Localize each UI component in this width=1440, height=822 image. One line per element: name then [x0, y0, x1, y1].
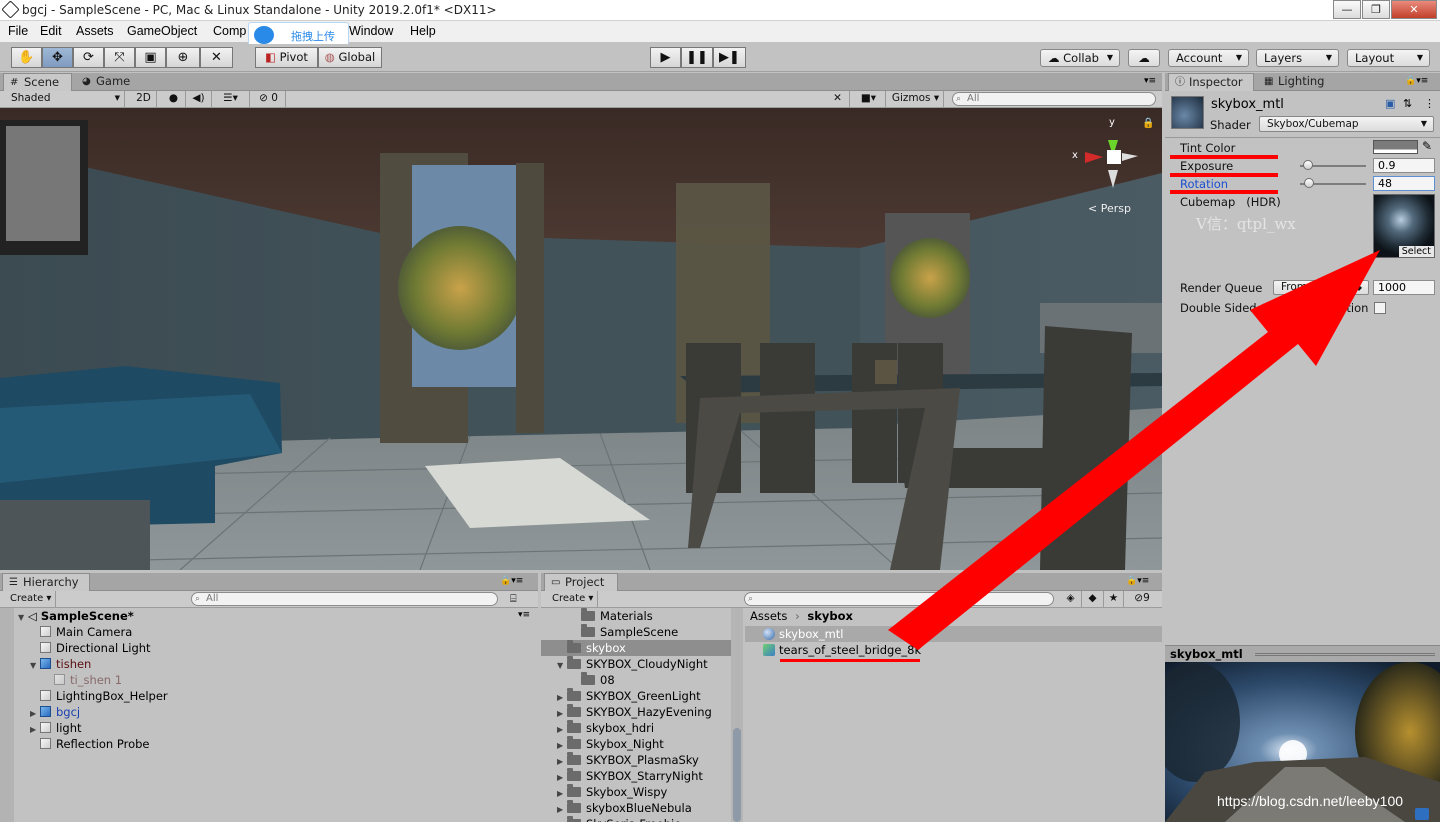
annotation-arrow [888, 250, 1380, 650]
